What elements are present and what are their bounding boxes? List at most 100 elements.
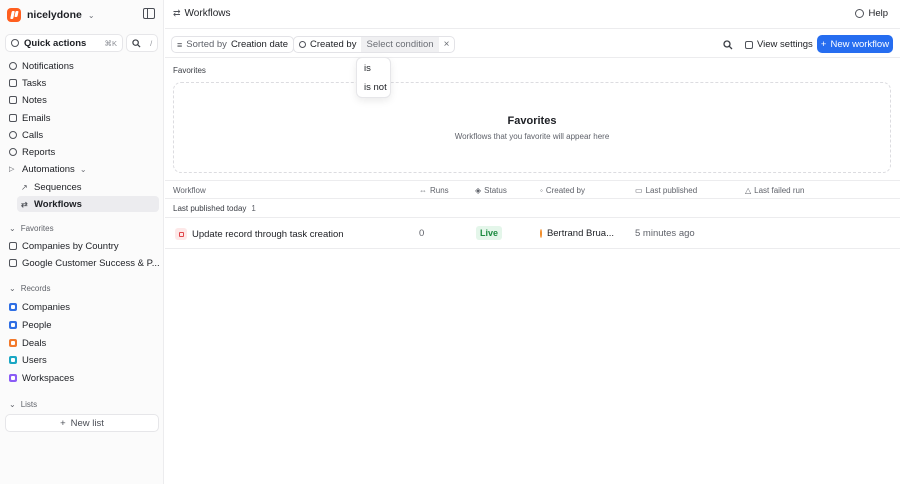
condition-option-is-not[interactable]: is not (364, 82, 387, 93)
workspace-switcher[interactable]: nicelydone ⌄ (7, 7, 95, 23)
favorites-label: Favorites (173, 66, 206, 75)
workflow-name-cell[interactable]: Update record through task creation (175, 228, 344, 240)
people-icon (9, 321, 17, 329)
sidebar-item-label: Sequences (34, 181, 82, 193)
sidebar-item-label: Deals (22, 337, 47, 349)
status-badge: Live (476, 226, 503, 240)
favorites-section-header[interactable]: ⌄ Favorites (9, 222, 54, 234)
help-button[interactable]: Help (855, 8, 888, 19)
column-label: Last failed run (754, 186, 805, 195)
quick-actions-button[interactable]: Quick actions ⌘K (5, 34, 123, 52)
sidebar-item-companies[interactable]: Companies (5, 299, 159, 315)
column-label: Last published (645, 186, 698, 195)
deals-icon (9, 339, 17, 347)
search-icon (132, 38, 141, 48)
search-shortcut: / (150, 38, 153, 48)
sidebar-favorite-item[interactable]: Google Customer Success & P... (5, 255, 159, 271)
sidebar-favorite-item[interactable]: Companies by Country (5, 238, 159, 254)
note-icon (9, 96, 17, 104)
section-title: Records (20, 283, 51, 293)
column-label: Status (484, 186, 507, 195)
group-label: Last published today (173, 203, 247, 213)
sidebar-item-automations[interactable]: ▷ Automations ⌄ (5, 161, 159, 177)
new-workflow-label: New workflow (830, 38, 890, 50)
table-group-row[interactable]: Last published today 1 (165, 199, 900, 218)
favorites-empty-title: Favorites (507, 115, 557, 127)
filter-chip: Created by Select condition × (293, 36, 456, 53)
runs-value: 0 (419, 228, 425, 239)
column-header-created-by[interactable]: ◦ Created by (540, 186, 585, 195)
condition-dropdown: is is not (356, 57, 391, 98)
creator-name: Bertrand Brua... (546, 228, 614, 239)
sidebar-item-label: Google Customer Success & P... (22, 257, 159, 269)
column-header-status[interactable]: ◈ Status (475, 186, 507, 195)
sort-field: Creation date (230, 39, 288, 50)
sort-button[interactable]: ≡ Sorted by Creation date (171, 36, 294, 53)
sidebar-item-reports[interactable]: Reports (5, 144, 159, 160)
runs-cell: 0 (419, 228, 424, 239)
column-header-workflow[interactable]: Workflow (173, 186, 206, 195)
runs-icon: ⇔ (419, 186, 427, 195)
new-list-button[interactable]: + New list (5, 414, 159, 432)
column-header-last-published[interactable]: ▭ Last published (635, 186, 697, 195)
workflow-icon (175, 228, 187, 240)
records-section-header[interactable]: ⌄ Records (9, 282, 51, 294)
column-header-runs[interactable]: ⇔ Runs (419, 186, 449, 195)
sidebar-item-sequences[interactable]: ↗ Sequences (17, 179, 159, 195)
workflow-name: Update record through task creation (192, 228, 344, 240)
workflow-icon: ⇄ (173, 8, 181, 18)
group-count: 1 (251, 203, 256, 213)
view-settings-button[interactable]: View settings (740, 36, 818, 53)
chevron-down-icon: ⌄ (79, 164, 87, 174)
sidebar-item-deals[interactable]: Deals (5, 335, 159, 351)
sidebar-item-label: Automations (22, 163, 75, 175)
toolbar: ≡ Sorted by Creation date Created by Sel… (165, 29, 900, 58)
remove-filter-icon[interactable]: × (439, 37, 455, 52)
plus-icon: + (820, 38, 827, 50)
help-label: Help (868, 8, 888, 19)
workflow-icon: ⇄ (21, 199, 28, 209)
user-icon: ◦ (540, 186, 543, 195)
sidebar-item-workspaces[interactable]: Workspaces (5, 370, 159, 386)
filter-field-button[interactable]: Created by (294, 37, 361, 52)
sidebar-item-emails[interactable]: Emails (5, 110, 159, 126)
search-button[interactable] (720, 37, 736, 53)
sidebar-item-label: Companies (22, 301, 71, 313)
search-icon (723, 40, 733, 50)
sidebar-item-workflows[interactable]: ⇄ Workflows (17, 196, 159, 212)
favorites-empty-state: Favorites Workflows that you favorite wi… (173, 82, 891, 173)
sidebar: nicelydone ⌄ Quick actions ⌘K / Notifica… (0, 0, 164, 484)
column-label: Workflow (173, 186, 206, 195)
section-title: Lists (20, 399, 38, 409)
lists-section-header[interactable]: ⌄ Lists (9, 398, 37, 410)
table-row[interactable]: Update record through task creation 0 Li… (165, 218, 900, 249)
breadcrumb[interactable]: ⇄ Workflows (173, 8, 230, 19)
user-icon (299, 41, 306, 48)
phone-icon (9, 131, 17, 139)
new-workflow-button[interactable]: + New workflow (817, 35, 893, 53)
top-bar: ⇄ Workflows Help (165, 0, 900, 29)
sidebar-item-label: Notifications (22, 60, 74, 72)
sidebar-item-tasks[interactable]: Tasks (5, 75, 159, 91)
sidebar-item-label: Notes (22, 94, 47, 106)
sidebar-item-users[interactable]: Users (5, 352, 159, 368)
sidebar-item-label: Companies by Country (22, 240, 119, 252)
quick-actions-label: Quick actions (24, 37, 87, 49)
sidebar-item-label: Emails (22, 112, 51, 124)
checkbox-icon (9, 79, 17, 87)
filter-condition-select[interactable]: Select condition (361, 37, 439, 52)
column-header-last-failed-run[interactable]: △ Last failed run (745, 186, 804, 195)
sidebar-item-notes[interactable]: Notes (5, 92, 159, 108)
sidebar-search-button[interactable]: / (126, 34, 158, 52)
sidebar-item-label: People (22, 319, 52, 331)
sidebar-toggle-icon[interactable] (143, 8, 155, 19)
chevron-down-icon: ⌄ (9, 223, 16, 233)
sidebar-item-notifications[interactable]: Notifications (5, 58, 159, 74)
sidebar-item-people[interactable]: People (5, 317, 159, 333)
condition-option-is[interactable]: is (364, 63, 371, 74)
status-icon: ◈ (475, 186, 482, 195)
section-title: Favorites (20, 223, 54, 233)
quick-actions-shortcut: ⌘K (104, 38, 117, 48)
sidebar-item-calls[interactable]: Calls (5, 127, 159, 143)
sort-prefix: Sorted by (186, 39, 227, 50)
